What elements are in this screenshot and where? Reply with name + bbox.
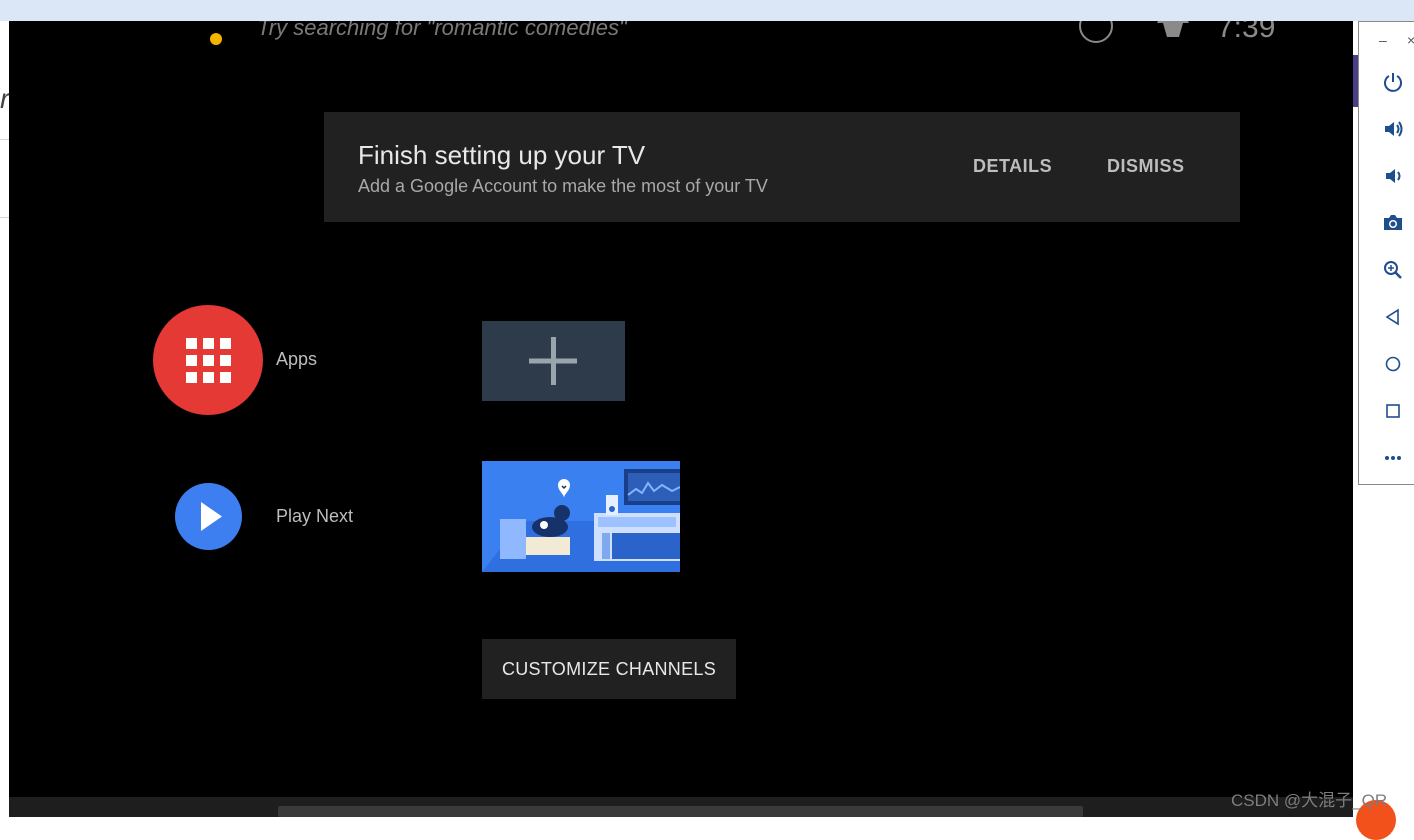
clock: 7:39 <box>1217 21 1276 44</box>
emulator-sidebar: – × <box>1358 21 1414 485</box>
living-room-illustration <box>482 461 680 572</box>
power-icon[interactable] <box>1381 70 1405 94</box>
host-window-edge: r <box>0 21 9 817</box>
settings-icon[interactable] <box>1157 21 1189 37</box>
host-scrollbar[interactable] <box>278 806 1083 817</box>
home-icon[interactable] <box>1381 352 1405 376</box>
play-next-button[interactable] <box>175 483 242 550</box>
minimize-button[interactable]: – <box>1379 32 1387 48</box>
customize-channels-button[interactable]: CUSTOMIZE CHANNELS <box>482 639 736 699</box>
play-icon <box>201 502 222 531</box>
play-next-illustration-tile[interactable] <box>482 461 680 572</box>
volume-up-icon[interactable] <box>1381 117 1405 141</box>
close-button[interactable]: × <box>1407 32 1414 48</box>
camera-icon[interactable] <box>1381 211 1405 235</box>
host-top-strip <box>0 0 1414 21</box>
add-app-tile[interactable] <box>482 321 625 401</box>
host-divider <box>0 217 9 218</box>
apps-grid-icon <box>186 338 231 383</box>
csdn-watermark: CSDN @大混子_QR <box>1231 791 1388 810</box>
tv-screen: Try searching for "romantic comedies" 7:… <box>9 21 1353 797</box>
apps-button[interactable] <box>153 305 263 415</box>
setup-notification-card: Finish setting up your TV Add a Google A… <box>324 112 1240 222</box>
host-divider <box>0 139 9 140</box>
notification-subtitle: Add a Google Account to make the most of… <box>358 176 768 196</box>
apps-label: Apps <box>276 349 318 369</box>
play-next-label: Play Next <box>276 506 354 526</box>
back-icon[interactable] <box>1381 305 1405 329</box>
search-hint[interactable]: Try searching for "romantic comedies" <box>257 21 627 41</box>
overview-icon[interactable] <box>1381 399 1405 423</box>
volume-down-icon[interactable] <box>1381 164 1405 188</box>
details-button[interactable]: DETAILS <box>973 156 1052 177</box>
dismiss-button[interactable]: DISMISS <box>1107 156 1185 177</box>
notification-icon[interactable] <box>1079 21 1113 43</box>
notification-title: Finish setting up your TV <box>358 140 646 170</box>
assistant-dot <box>210 33 222 45</box>
more-icon[interactable] <box>1381 446 1405 470</box>
zoom-icon[interactable] <box>1381 258 1405 282</box>
host-partial-glyph: r <box>0 83 10 114</box>
plus-icon <box>529 337 577 385</box>
